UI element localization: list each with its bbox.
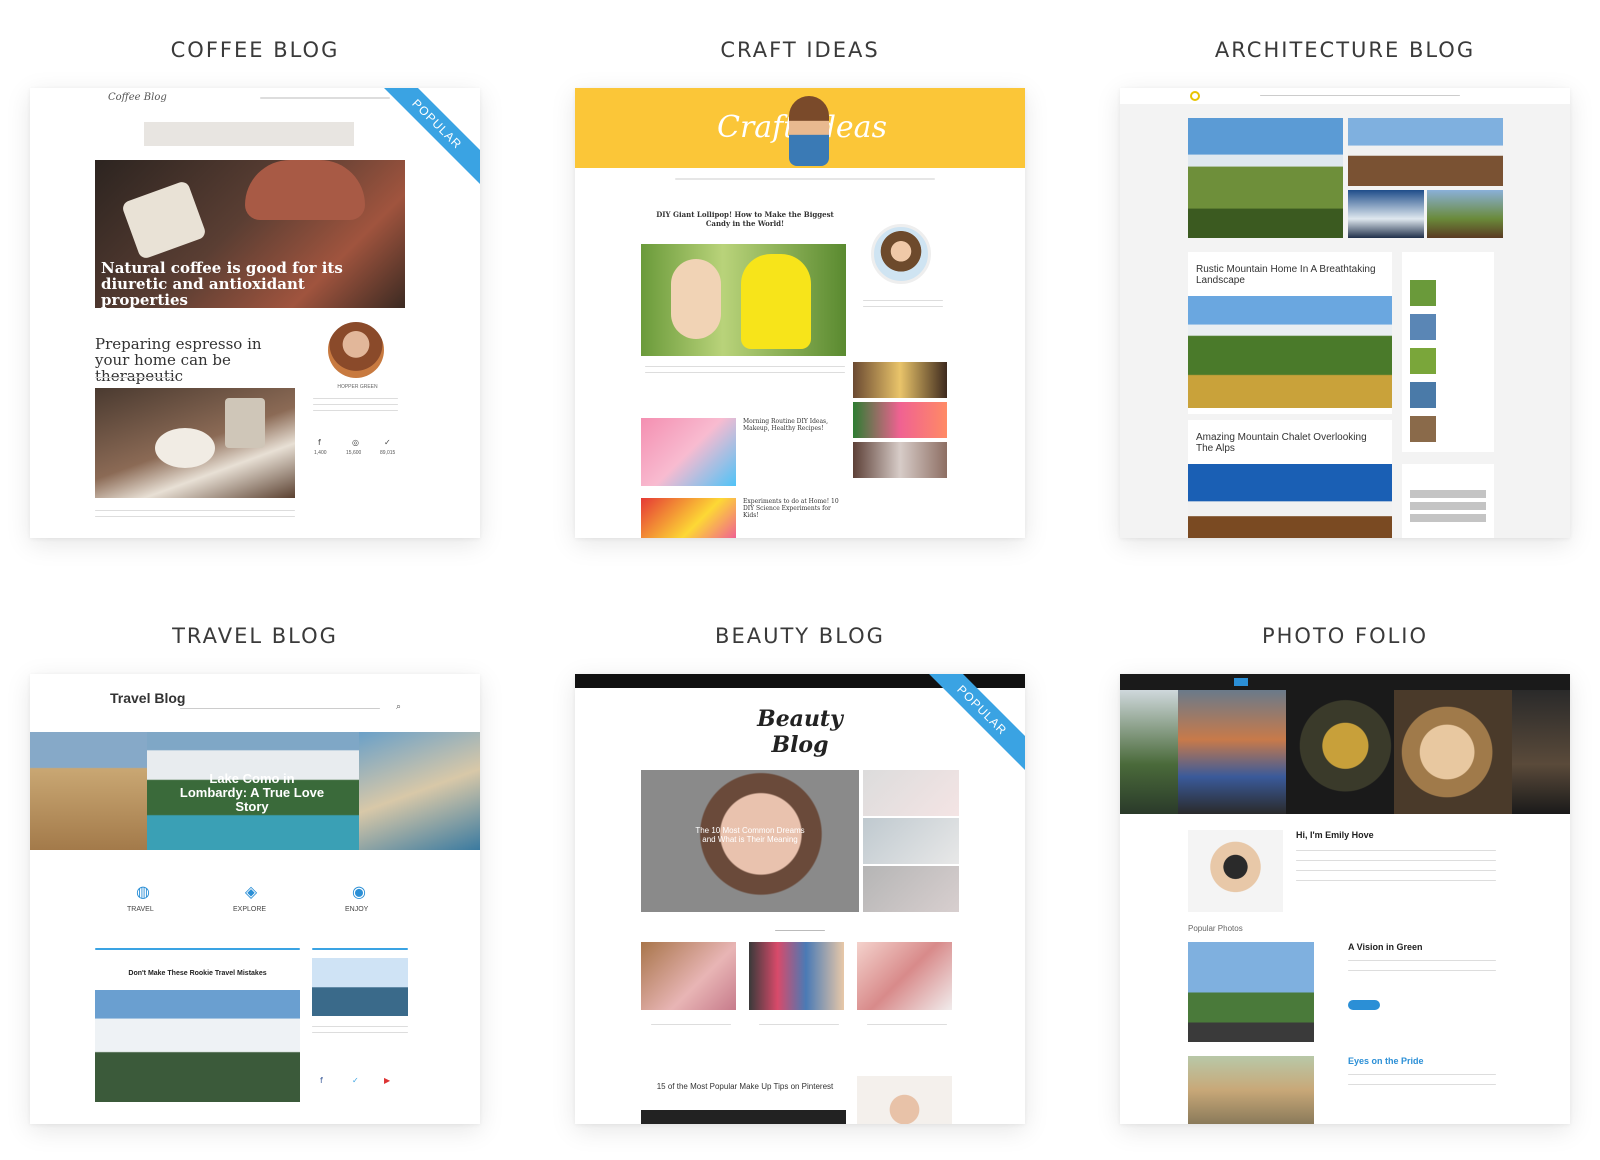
- author-photo: [312, 958, 408, 1016]
- featured-image-2: [1348, 118, 1503, 186]
- hero-image: Natural coffee is good for its diuretic …: [95, 160, 405, 308]
- gallery-image-1: [1120, 690, 1178, 814]
- hero-title[interactable]: The 10 Most Common Dreams and What is Th…: [695, 826, 805, 844]
- gallery-image-2: [1178, 690, 1286, 814]
- grid-image-1: [641, 942, 736, 1010]
- feature-travel: TRAVEL: [127, 906, 154, 913]
- preview-thumbnail[interactable]: Coffee Blog Natural coffee is good for i…: [30, 88, 480, 538]
- card-title[interactable]: COFFEE BLOG: [30, 38, 480, 62]
- preview-thumbnail[interactable]: Travel Blog ⌕ Lake Como in Lombardy: A T…: [30, 674, 480, 1124]
- gallery-image-5: [1512, 690, 1570, 814]
- card-title[interactable]: BEAUTY BLOG: [575, 624, 1025, 648]
- post-card: Amazing Mountain Chalet Overlooking The …: [1188, 420, 1392, 538]
- top-nav: [1120, 88, 1570, 104]
- side-image-3: [863, 866, 959, 912]
- logo-icon: [1190, 91, 1200, 101]
- post2-image: [641, 418, 736, 486]
- card-title[interactable]: PHOTO FOLIO: [1120, 624, 1570, 648]
- featured-image-4: [1427, 190, 1503, 238]
- hero-caption[interactable]: Natural coffee is good for its diuretic …: [101, 260, 391, 308]
- grid-image-3: [857, 942, 952, 1010]
- preview-thumbnail[interactable]: Rustic Mountain Home In A Breathtaking L…: [1120, 88, 1570, 538]
- post-title[interactable]: Don't Make These Rookie Travel Mistakes: [100, 970, 295, 977]
- post-card: Rustic Mountain Home In A Breathtaking L…: [1188, 252, 1392, 414]
- profile-image: [1188, 830, 1283, 912]
- sidebar-thumb-3: [853, 442, 947, 478]
- post2-image: [1188, 464, 1392, 538]
- search-icon[interactable]: ⌕: [396, 702, 401, 712]
- feature-explore: EXPLORE: [233, 906, 267, 913]
- instagram-icon[interactable]: ◎: [352, 438, 359, 447]
- travel-icon[interactable]: ◍: [133, 882, 153, 901]
- enjoy-icon[interactable]: ◉: [349, 882, 369, 901]
- card-title[interactable]: ARCHITECTURE BLOG: [1120, 38, 1570, 62]
- post2-title[interactable]: Eyes on the Pride: [1348, 1056, 1424, 1066]
- stat-1: 1,400: [314, 450, 327, 456]
- twitter-icon[interactable]: ✓: [352, 1076, 359, 1085]
- gallery-image-3: [1286, 690, 1394, 814]
- stat-2: 15,600: [346, 450, 362, 456]
- side-image-2: [863, 818, 959, 864]
- sidebar-thumb-1: [853, 362, 947, 398]
- card-title[interactable]: TRAVEL BLOG: [30, 624, 480, 648]
- post1-title[interactable]: Rustic Mountain Home In A Breathtaking L…: [1196, 264, 1376, 286]
- popular-ribbon: POPULAR: [920, 674, 1025, 772]
- sidebar-thumb-2: [853, 402, 947, 438]
- hero-image: The 10 Most Common Dreams and What is Th…: [641, 770, 859, 912]
- featured-image-3: [1348, 190, 1424, 238]
- read-more-button[interactable]: [1348, 1000, 1380, 1010]
- grid-image-2: [749, 942, 844, 1010]
- facebook-icon[interactable]: f: [320, 1076, 323, 1085]
- post1-image: [641, 244, 846, 356]
- post3-image: [641, 498, 736, 538]
- twitter-icon[interactable]: ✓: [384, 438, 391, 447]
- stat-3: 89,015: [380, 450, 396, 456]
- logo: Beauty Blog: [757, 706, 843, 758]
- hero-title[interactable]: Lake Como in Lombardy: A True Love Story: [177, 772, 327, 814]
- explore-icon[interactable]: ◈: [241, 882, 261, 901]
- youtube-icon[interactable]: ▶: [384, 1076, 390, 1085]
- feature-enjoy: ENJOY: [345, 906, 369, 913]
- post-image: [95, 990, 300, 1102]
- author-name: HOPPER GREEN: [337, 384, 378, 390]
- post2-title[interactable]: Amazing Mountain Chalet Overlooking The …: [1196, 432, 1376, 454]
- card-title[interactable]: CRAFT IDEAS: [575, 38, 1025, 62]
- preview-thumbnail[interactable]: Craft Ideas DIY Giant Lollipop! How to M…: [575, 88, 1025, 538]
- post2-title[interactable]: Morning Routine DIY Ideas, Makeup, Healt…: [743, 418, 843, 432]
- logo: Coffee Blog: [108, 92, 167, 103]
- logo: Travel Blog: [110, 690, 186, 706]
- post1-image: [1188, 296, 1392, 408]
- bottom-post-title[interactable]: 15 of the Most Popular Make Up Tips on P…: [645, 1082, 845, 1091]
- hero-center-image: Lake Como in Lombardy: A True Love Story: [147, 732, 359, 850]
- bottom-image: [857, 1076, 952, 1124]
- post1-title[interactable]: A Vision in Green: [1348, 942, 1423, 952]
- greeting: Hi, I'm Emily Hove: [1296, 830, 1374, 840]
- gallery-image-4: [1394, 690, 1512, 814]
- post1-title[interactable]: DIY Giant Lollipop! How to Make the Bigg…: [645, 210, 845, 228]
- hero-right-image: [359, 732, 480, 850]
- top-nav-bar: [1120, 674, 1570, 690]
- banner-ad: [144, 122, 354, 146]
- sidebar-avatar: [871, 224, 931, 284]
- section-title: Popular Photos: [1188, 924, 1243, 933]
- avatar: [328, 322, 384, 378]
- preview-thumbnail[interactable]: Beauty Blog The 10 Most Common Dreams an…: [575, 674, 1025, 1124]
- facebook-icon[interactable]: f: [318, 438, 321, 447]
- preview-thumbnail[interactable]: Hi, I'm Emily Hove Popular Photos A Visi…: [1120, 674, 1570, 1124]
- post1-image: [1188, 942, 1314, 1042]
- side-image-1: [863, 770, 959, 816]
- featured-image-1: [1188, 118, 1343, 238]
- hero-left-image: [30, 732, 147, 850]
- post-image: [95, 388, 295, 498]
- post2-image: [1188, 1056, 1314, 1124]
- header-banner: Craft Ideas: [575, 88, 1025, 168]
- post3-title[interactable]: Experiments to do at Home! 10 DIY Scienc…: [743, 498, 843, 519]
- sidebar-list: [1402, 252, 1494, 452]
- sidebar-widget: [1402, 464, 1494, 538]
